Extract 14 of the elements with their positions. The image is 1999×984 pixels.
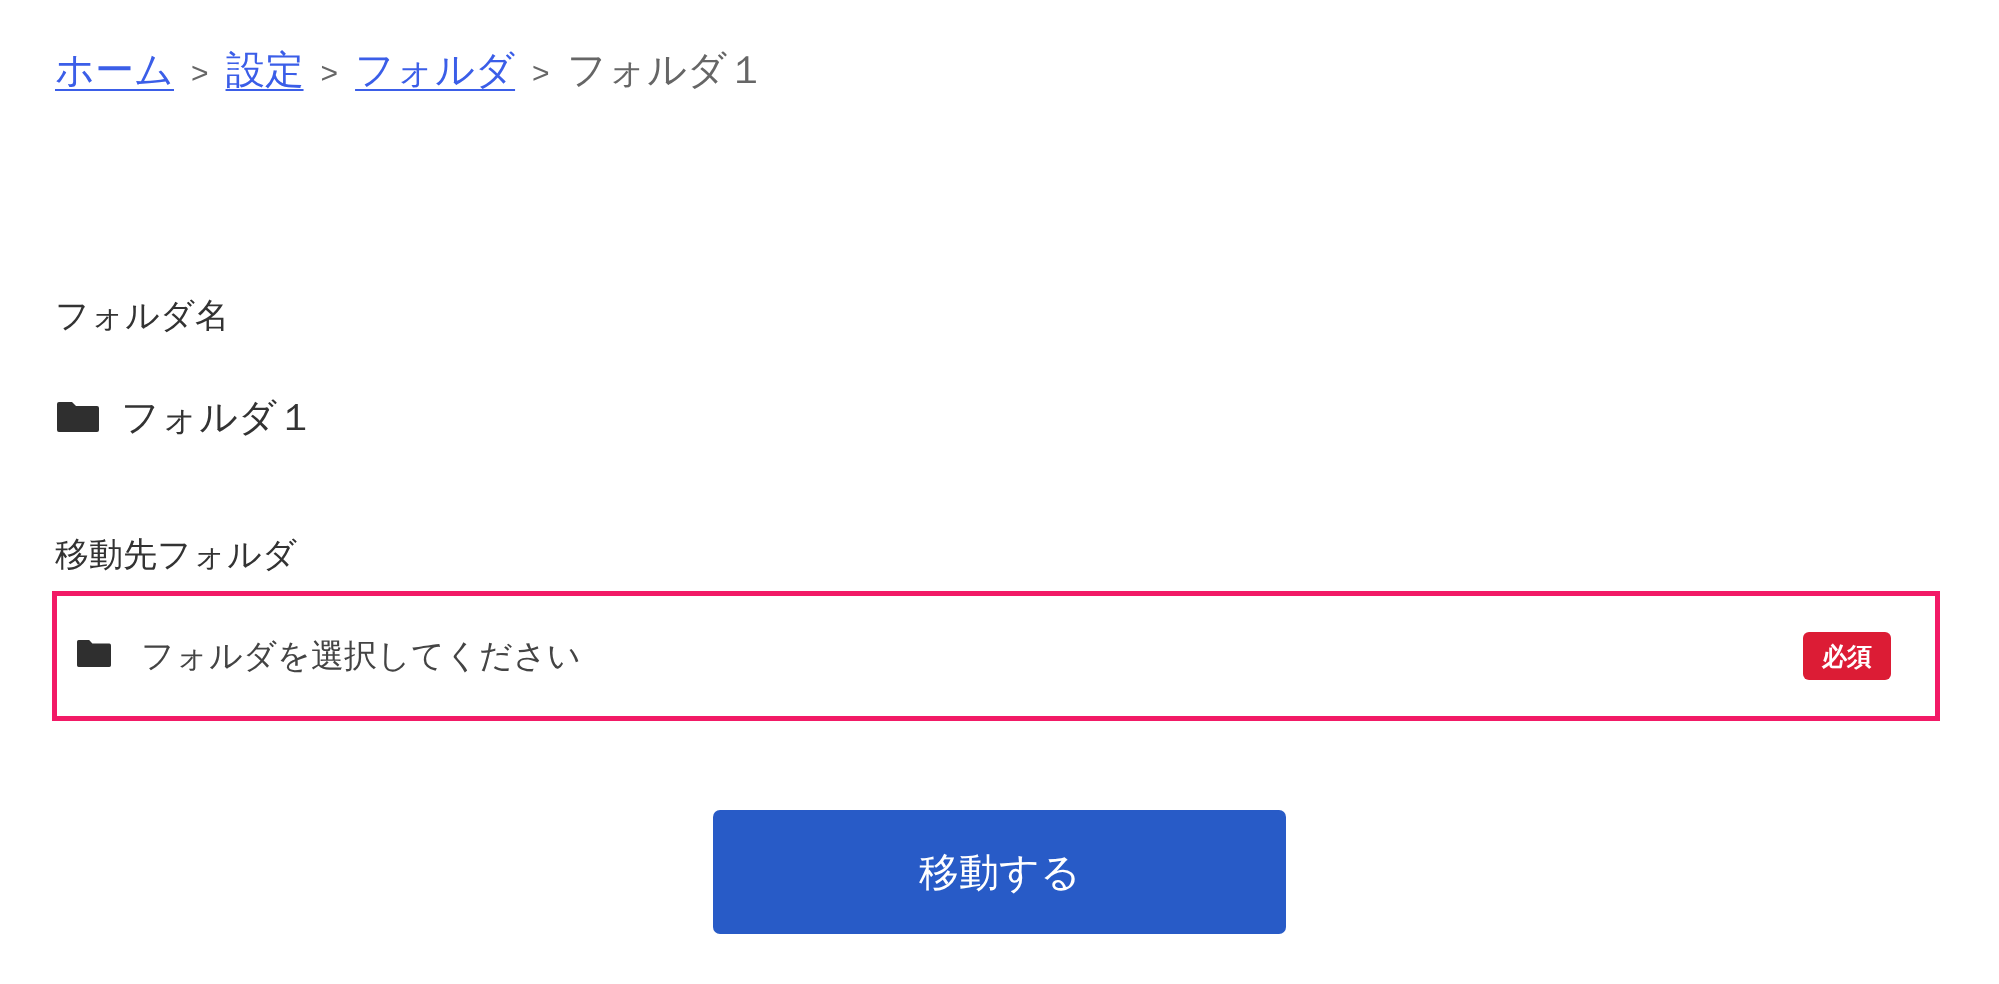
breadcrumb-current: フォルダ１	[566, 47, 766, 93]
breadcrumb-separator: >	[532, 55, 550, 91]
breadcrumb-separator: >	[191, 55, 209, 91]
field-label: 移動先フォルダ	[54, 534, 297, 575]
breadcrumb-link[interactable]: 設定	[225, 40, 304, 100]
folder-icon	[77, 640, 111, 667]
folder-icon	[57, 402, 99, 432]
folder-name-text: フォルダ１	[121, 395, 315, 440]
move-button[interactable]: 移動する	[713, 810, 1286, 934]
required-badge: 必須	[1803, 632, 1891, 680]
breadcrumb-separator: >	[320, 55, 339, 91]
breadcrumb-link[interactable]: ホーム	[55, 40, 174, 100]
breadcrumb-link[interactable]: フォルダ	[355, 40, 516, 100]
field-label: フォルダ名	[54, 295, 229, 336]
